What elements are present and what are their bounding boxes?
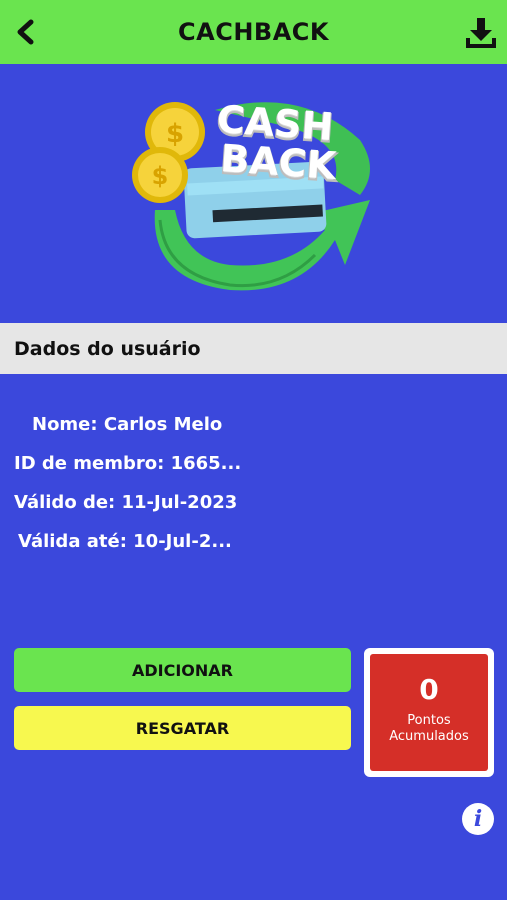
redeem-button[interactable]: RESGATAR xyxy=(14,706,351,750)
svg-text:BACK: BACK xyxy=(219,136,339,188)
page-title: CACHBACK xyxy=(178,18,329,46)
valid-from: Válido de: 11-Jul-2023 xyxy=(14,492,238,513)
points-card: 0 Pontos Acumulados xyxy=(364,648,494,777)
back-arrow-icon xyxy=(17,19,34,45)
points-box: 0 Pontos Acumulados xyxy=(370,654,488,771)
points-label: Pontos Acumulados xyxy=(389,713,469,745)
user-data-section-header: Dados do usuário xyxy=(0,323,507,374)
svg-text:$: $ xyxy=(152,162,169,190)
points-value: 0 xyxy=(419,672,439,706)
add-button[interactable]: ADICIONAR xyxy=(14,648,351,692)
download-icon xyxy=(466,18,496,48)
points-label-line1: Pontos xyxy=(407,712,451,728)
info-button[interactable]: i xyxy=(462,803,494,835)
svg-text:$: $ xyxy=(166,119,184,149)
user-name: Nome: Carlos Melo xyxy=(32,414,223,435)
cashback-illustration: $ $ CASH CASH BACK BACK xyxy=(130,80,380,305)
top-app-bar: CACHBACK xyxy=(0,0,507,64)
info-icon: i xyxy=(473,806,483,832)
valid-until: Válida até: 10-Jul-2... xyxy=(18,531,232,552)
section-title: Dados do usuário xyxy=(14,337,201,360)
member-id: ID de membro: 1665... xyxy=(14,453,242,474)
points-label-line2: Acumulados xyxy=(389,728,469,744)
back-button[interactable] xyxy=(10,16,42,48)
download-button[interactable] xyxy=(463,14,499,52)
